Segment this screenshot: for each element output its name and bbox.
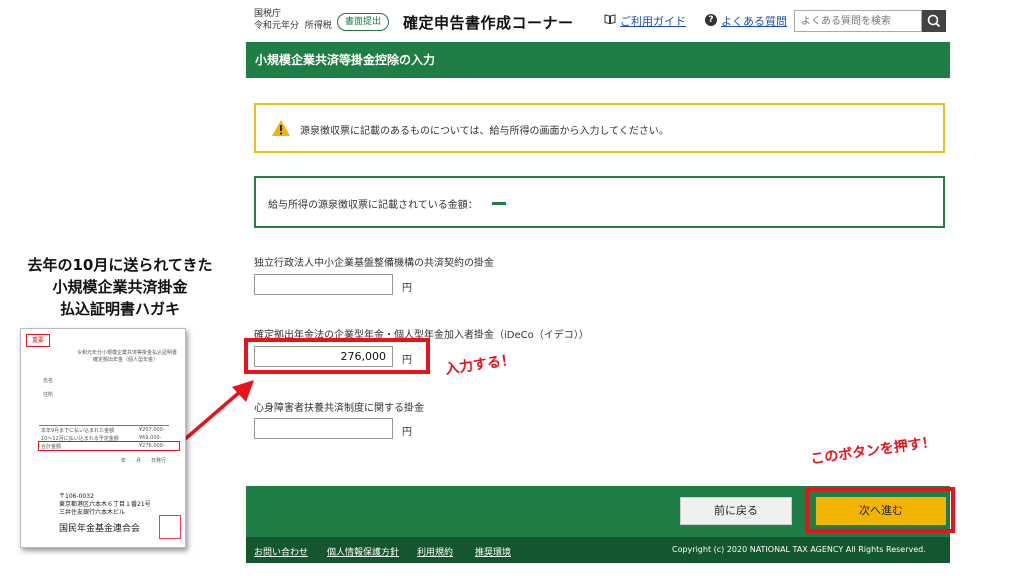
field-label-disability: 心身障害者扶養共済制度に関する掛金: [254, 403, 424, 414]
submission-badge: 書面提出: [337, 13, 389, 31]
salary-info-value: [492, 202, 506, 205]
guide-link[interactable]: ご利用ガイド: [620, 13, 686, 29]
disability-amount-input[interactable]: [254, 418, 393, 439]
postcard-heading: 去年の10月に送られてきた 小規模企業共済掛金 払込証明書ハガキ: [27, 256, 213, 318]
salary-info-label: 給与所得の源泉徴収票に記載されている金額：: [268, 200, 478, 211]
question-icon: ?: [705, 14, 717, 26]
salary-info-box: 給与所得の源泉徴収票に記載されている金額：: [254, 176, 945, 228]
tax-year: 令和元年分: [254, 21, 300, 31]
warning-text: 源泉徴収票に記載のあるものについては、給与所得の画面から入力してください。: [300, 126, 669, 137]
tax-type: 所得税: [304, 21, 332, 31]
footer-link-environment[interactable]: 推奨環境: [475, 545, 511, 558]
unit-yen: 円: [402, 283, 412, 294]
arrow-icon: [182, 380, 254, 442]
search-button[interactable]: [922, 10, 946, 32]
input-callout: 入力する！: [444, 352, 516, 378]
copyright: Copyright (c) 2020 NATIONAL TAX AGENCY A…: [672, 545, 926, 554]
faq-search-input[interactable]: [794, 10, 922, 32]
ideco-highlight-box: [244, 338, 430, 374]
important-stamp: 重要: [26, 334, 50, 347]
smrj-amount-input[interactable]: [254, 274, 393, 295]
agency-name: 国税庁: [254, 9, 282, 19]
unit-yen: 円: [402, 427, 412, 438]
footer-link-terms[interactable]: 利用規約: [417, 545, 453, 558]
next-highlight-box: [805, 487, 955, 533]
faq-link[interactable]: よくある質問: [721, 13, 787, 29]
back-button[interactable]: 前に戻る: [680, 497, 792, 525]
header-meta: 国税庁 令和元年分 所得税: [254, 8, 332, 32]
page-title: 小規模企業共済等掛金控除の入力: [246, 42, 950, 78]
seal-stamp: [159, 515, 181, 539]
book-icon: [604, 14, 616, 24]
sender-organization: 国民年金基金連合会: [59, 524, 141, 534]
button-callout: このボタンを押す！: [809, 434, 937, 468]
warning-icon: [272, 120, 290, 136]
footer-link-contact[interactable]: お問い合わせ: [254, 545, 308, 558]
warning-notice: 源泉徴収票に記載のあるものについては、給与所得の画面から入力してください。: [254, 103, 945, 153]
field-label-smrj: 独立行政法人中小企業基盤整備機構の共済契約の掛金: [254, 258, 494, 269]
app-title: 確定申告書作成コーナー: [403, 14, 574, 32]
footer-link-privacy[interactable]: 個人情報保護方針: [327, 545, 399, 558]
postcard-image: 重要 令和元年分小規模企業共済等掛金払込証明書 確定拠出年金（個人型年金） 氏名…: [20, 328, 186, 548]
search-icon: [927, 14, 941, 28]
sender-address: 〒106-0032 東京都港区六本木６丁目１番21号 三井住友銀行六本木ビル: [59, 493, 151, 516]
